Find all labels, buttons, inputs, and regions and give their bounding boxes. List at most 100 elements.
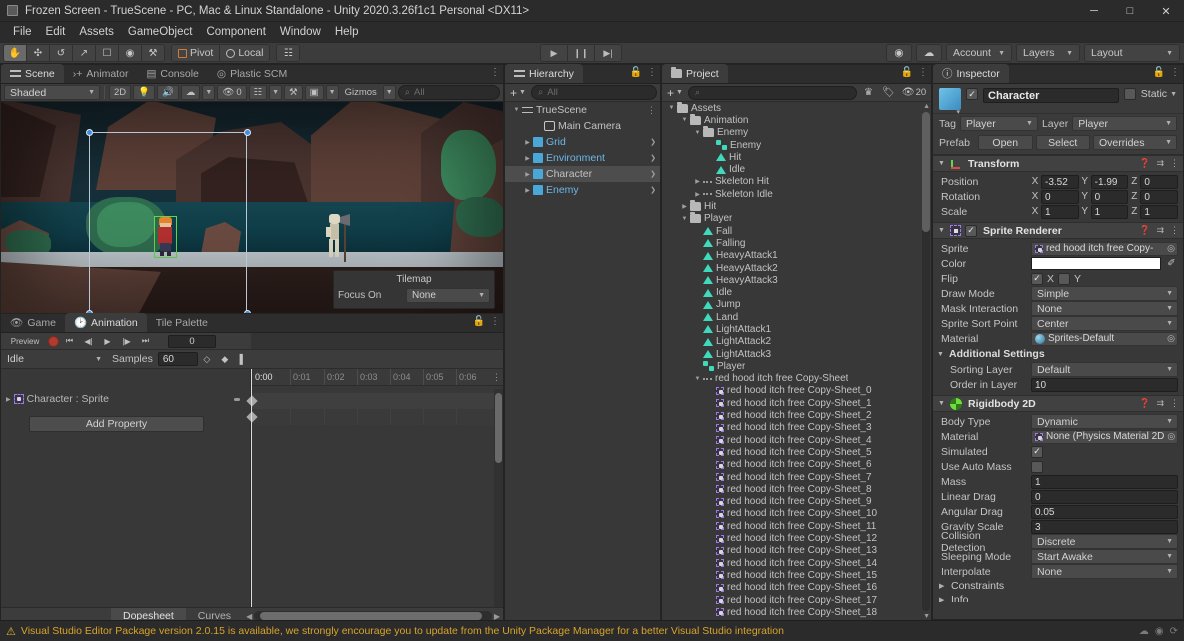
grid-visibility-icon[interactable]: ☷: [248, 85, 268, 100]
maximize-button[interactable]: □: [1112, 0, 1148, 22]
menu-file[interactable]: File: [6, 22, 39, 42]
project-item[interactable]: ▶ red hood itch free Copy-Sheet_16: [662, 582, 931, 594]
project-item[interactable]: ▼ red hood itch free Copy-Sheet: [662, 373, 931, 385]
expand-arrow-right-icon[interactable]: ▶: [692, 228, 703, 235]
expand-arrow-right-icon[interactable]: ▶: [705, 609, 716, 616]
add-property-button[interactable]: Add Property: [29, 416, 204, 432]
expand-arrow-right-icon[interactable]: ▶: [692, 351, 703, 358]
project-item[interactable]: ▶ Idle: [662, 286, 931, 298]
gizmos-label[interactable]: Gizmos: [341, 85, 381, 100]
animation-property-row[interactable]: ▶ Character : Sprite: [1, 391, 250, 407]
kebab-menu-icon[interactable]: ⋮: [490, 316, 500, 327]
lock-icon[interactable]: 🔓: [473, 316, 485, 327]
last-frame-button[interactable]: ⏭: [137, 334, 154, 348]
color-swatch[interactable]: [1031, 257, 1161, 270]
animation-clip-dropdown[interactable]: Idle ▼: [1, 352, 106, 367]
project-item[interactable]: ▶ Hit: [662, 200, 931, 212]
lightbulb-icon[interactable]: 💡: [133, 85, 155, 100]
expand-arrow-right-icon[interactable]: ▶: [705, 498, 716, 505]
visibility-toggle-icon[interactable]: 👁 20: [900, 86, 928, 100]
project-item[interactable]: ▶ red hood itch free Copy-Sheet_12: [662, 532, 931, 544]
eyedropper-icon[interactable]: ✐: [1165, 258, 1178, 269]
project-item[interactable]: ▶ red hood itch free Copy-Sheet_11: [662, 520, 931, 532]
camera-dropdown[interactable]: ▼: [325, 85, 339, 100]
project-item[interactable]: ▶ Fall: [662, 225, 931, 237]
project-item[interactable]: ▶ Falling: [662, 237, 931, 249]
preset-icon[interactable]: ⇉: [1156, 225, 1164, 236]
save-filter-icon[interactable]: ♛: [860, 86, 877, 100]
preview-button[interactable]: Preview: [4, 334, 46, 348]
property-options-icon[interactable]: [234, 397, 240, 401]
y-input[interactable]: 0: [1090, 189, 1129, 204]
project-item[interactable]: ▶ red hood itch free Copy-Sheet_6: [662, 459, 931, 471]
project-item[interactable]: ▶ Jump: [662, 299, 931, 311]
foldout-arrow-icon[interactable]: ▼: [937, 351, 945, 358]
prefab-open-button[interactable]: Open: [978, 135, 1033, 150]
animation-tab-menu[interactable]: 🔓 ⋮: [473, 316, 500, 327]
project-item[interactable]: ▶ red hood itch free Copy-Sheet_8: [662, 483, 931, 495]
step-button[interactable]: ▶|: [594, 44, 622, 62]
expand-arrow-right-icon[interactable]: ▶: [705, 486, 716, 493]
y-input[interactable]: 1: [1090, 204, 1129, 219]
hierarchy-item-truescene[interactable]: ▼ TrueScene ⋮: [505, 102, 660, 118]
foldout-arrow-icon[interactable]: ▶: [939, 582, 947, 590]
component-enabled-checkbox[interactable]: ✓: [965, 224, 977, 237]
project-item[interactable]: ▶ red hood itch free Copy-Sheet_14: [662, 557, 931, 569]
material-object-field[interactable]: Sprites-Default ◎: [1031, 331, 1178, 346]
linear-drag-input[interactable]: 0: [1031, 489, 1178, 504]
menu-gameobject[interactable]: GameObject: [121, 22, 200, 42]
project-item[interactable]: ▶ red hood itch free Copy-Sheet_0: [662, 385, 931, 397]
z-input[interactable]: 0: [1140, 174, 1179, 189]
expand-arrow-right-icon[interactable]: ▶: [533, 123, 544, 130]
expand-arrow-down-icon[interactable]: ▼: [666, 105, 677, 111]
hierarchy-item-main-camera[interactable]: ▶ Main Camera: [505, 118, 660, 134]
project-item[interactable]: ▶ red hood itch free Copy-Sheet_15: [662, 569, 931, 581]
angular-drag-input[interactable]: 0.05: [1031, 504, 1178, 519]
rect-tool-icon[interactable]: ☐: [95, 44, 119, 62]
body-type-dropdown[interactable]: Dynamic ▼: [1031, 414, 1178, 429]
tab-inspector[interactable]: ⓘ Inspector: [933, 64, 1009, 83]
project-item[interactable]: ▶ Skeleton Hit: [662, 176, 931, 188]
kebab-menu-icon[interactable]: ⋮: [647, 67, 657, 78]
foldout-arrow-icon[interactable]: ▼: [938, 227, 946, 234]
move-tool-icon[interactable]: ✣: [26, 44, 50, 62]
interpolate-dropdown[interactable]: None ▼: [1031, 564, 1178, 579]
x-input[interactable]: 0: [1041, 189, 1079, 204]
cloud-icon[interactable]: ☁: [916, 44, 942, 62]
label-icon[interactable]: 🏷: [880, 86, 897, 100]
project-tab-menu[interactable]: 🔓 ⋮: [901, 67, 928, 78]
minimize-button[interactable]: ─: [1076, 0, 1112, 22]
prefab-enter-icon[interactable]: ❯: [650, 170, 656, 178]
inspector-tab-menu[interactable]: 🔓 ⋮: [1153, 67, 1180, 78]
project-item[interactable]: ▶ LightAttack3: [662, 348, 931, 360]
tab-tile-palette[interactable]: Tile Palette: [147, 313, 217, 332]
expand-arrow-right-icon[interactable]: ▶: [705, 166, 716, 173]
timeline-vertical-scrollbar[interactable]: [494, 389, 503, 607]
lock-icon[interactable]: 🔓: [630, 67, 642, 78]
selection-handle[interactable]: [244, 129, 251, 136]
expand-arrow-down-icon[interactable]: ▼: [692, 130, 703, 136]
expand-arrow-right-icon[interactable]: ▶: [705, 474, 716, 481]
tilemap-focus-dropdown[interactable]: None ▼: [406, 288, 490, 303]
project-item[interactable]: ▶ Player: [662, 360, 931, 372]
hand-tool-icon[interactable]: ✋: [3, 44, 27, 62]
mass-input[interactable]: 1: [1031, 474, 1178, 489]
timeline-ruler[interactable]: 0:00 0:01 0:02 0:03 0:04 0:05 0:06 ⋮: [251, 369, 503, 386]
x-input[interactable]: -3.52: [1041, 174, 1079, 189]
kebab-menu-icon[interactable]: ⋮: [1170, 225, 1179, 236]
sleeping-mode-dropdown[interactable]: Start Awake ▼: [1031, 549, 1178, 564]
collision-detection-dropdown[interactable]: Discrete ▼: [1031, 534, 1178, 549]
expand-arrow-right-icon[interactable]: ▶: [692, 191, 703, 198]
menu-assets[interactable]: Assets: [72, 22, 121, 42]
sprite-object-field[interactable]: red hood itch free Copy- ◎: [1031, 241, 1178, 256]
project-item[interactable]: ▶ red hood itch free Copy-Sheet_18: [662, 606, 931, 618]
x-input[interactable]: 1: [1041, 204, 1079, 219]
tab-game[interactable]: 👁 Game: [1, 313, 65, 332]
project-item[interactable]: ▶ HeavyAttack2: [662, 262, 931, 274]
expand-arrow-right-icon[interactable]: ▶: [692, 289, 703, 296]
play-button[interactable]: ▶: [540, 44, 568, 62]
scene-camera-icon[interactable]: ▣: [304, 85, 324, 100]
gravity-scale-input[interactable]: 3: [1031, 519, 1178, 534]
add-curve-icon[interactable]: ▌: [234, 352, 252, 366]
rotate-tool-icon[interactable]: ↺: [49, 44, 73, 62]
